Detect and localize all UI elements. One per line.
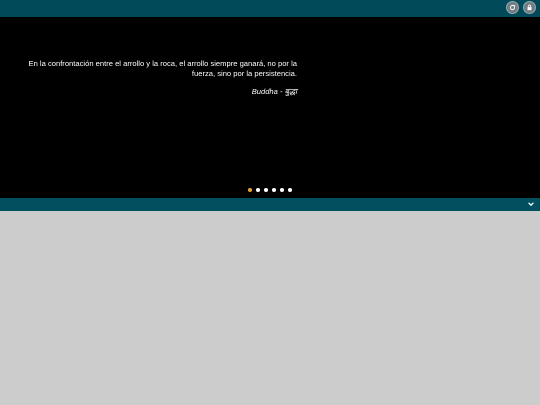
quote-slider: En la confrontación entre el arrollo y l… [0,17,540,198]
slider-dot[interactable] [248,188,252,192]
bottom-bar [0,198,540,211]
top-icons [506,1,536,14]
lock-icon[interactable] [523,1,536,14]
slider-dot[interactable] [280,188,284,192]
quote-text: En la confrontación entre el arrollo y l… [28,59,297,78]
quote-author: Buddha - बुद्धा [251,87,297,96]
slider-dot[interactable] [264,188,268,192]
slider-pagination [248,188,292,192]
slider-dot[interactable] [288,188,292,192]
chevron-down-icon[interactable] [527,200,535,208]
refresh-icon[interactable] [506,1,519,14]
slider-dot[interactable] [272,188,276,192]
slider-dot[interactable] [256,188,260,192]
top-bar [0,0,540,17]
